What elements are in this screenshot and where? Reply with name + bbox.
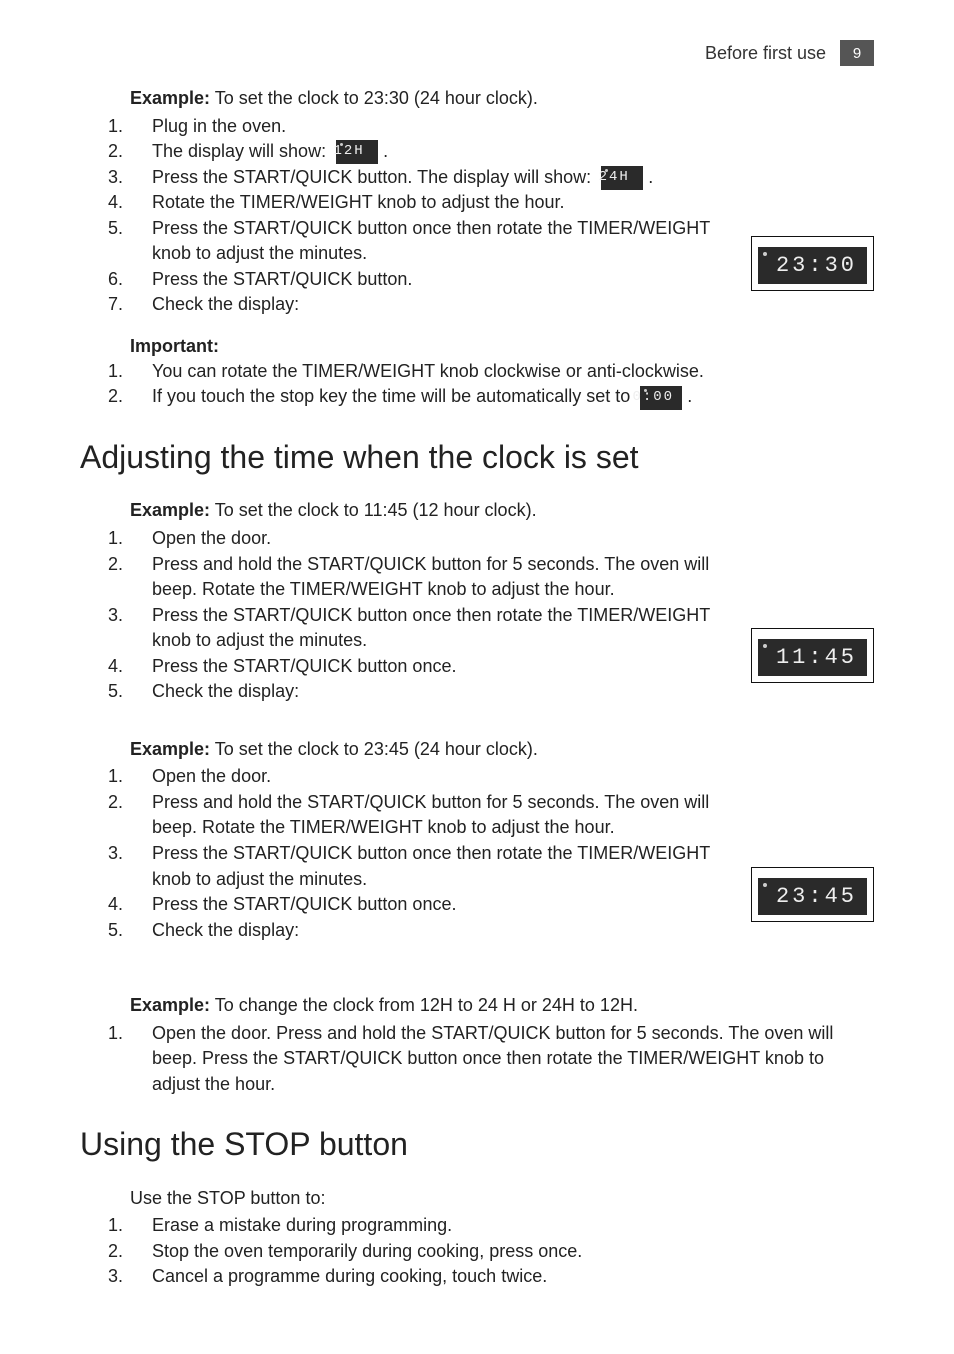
important-text: If you touch the stop key the time will … (152, 386, 630, 406)
step-text: Open the door. (152, 766, 271, 786)
step-text: Press and hold the START/QUICK button fo… (152, 554, 709, 600)
display-frame-2345: 23:45 (751, 867, 874, 922)
step-2: 2.The display will show: 12H . (152, 139, 874, 165)
example-line: Example: To set the clock to 23:30 (24 h… (130, 86, 874, 112)
step-1: 1.Plug in the oven. (152, 114, 874, 140)
section-heading-stop-button: Using the STOP button (80, 1125, 874, 1163)
example-line: Example: To set the clock to 23:45 (24 h… (130, 737, 874, 763)
step-2: 2.Press and hold the START/QUICK button … (152, 552, 874, 603)
step-text: The display will show: (152, 141, 326, 161)
example-set-2330: 23:30 Example: To set the clock to 23:30… (130, 86, 874, 318)
example-change-12h-24h: Example: To change the clock from 12H to… (130, 993, 874, 1097)
display-frame-1145: 11:45 (751, 628, 874, 683)
step-text: Open the door. (152, 528, 271, 548)
lcd-inline-icon: 12H (336, 140, 378, 164)
step-text: Rotate the TIMER/WEIGHT knob to adjust t… (152, 192, 565, 212)
important-2: 2.If you touch the stop key the time wil… (152, 384, 874, 410)
important-list: 1.You can rotate the TIMER/WEIGHT knob c… (130, 359, 874, 410)
example-text: To change the clock from 12H to 24 H or … (215, 995, 638, 1015)
lcd-inline-icon: 0:00 (640, 386, 682, 410)
lcd-display-icon: 23:45 (758, 878, 867, 915)
step-text: Stop the oven temporarily during cooking… (152, 1241, 582, 1261)
step-text: Press the START/QUICK button once. (152, 656, 456, 676)
step-text: Press the START/QUICK button. (152, 269, 412, 289)
example-text: To set the clock to 23:45 (24 hour clock… (215, 739, 538, 759)
step-text: Press the START/QUICK button. The displa… (152, 167, 591, 187)
step-text: Plug in the oven. (152, 116, 286, 136)
step-2: 2.Press and hold the START/QUICK button … (152, 790, 874, 841)
steps-list: 1.Open the door. Press and hold the STAR… (130, 1021, 874, 1098)
step-text: Press and hold the START/QUICK button fo… (152, 792, 709, 838)
step-text: Press the START/QUICK button once. (152, 894, 456, 914)
stop-lead: Use the STOP button to: (130, 1186, 874, 1212)
example-line: Example: To set the clock to 11:45 (12 h… (130, 498, 874, 524)
example-line: Example: To change the clock from 12H to… (130, 993, 874, 1019)
example-label: Example: (130, 739, 210, 759)
example-text: To set the clock to 11:45 (12 hour clock… (215, 500, 537, 520)
header-section-name: Before first use (705, 43, 826, 64)
section-heading-adjusting: Adjusting the time when the clock is set (80, 438, 874, 476)
important-text: You can rotate the TIMER/WEIGHT knob clo… (152, 361, 704, 381)
example-set-1145: 11:45 Example: To set the clock to 11:45… (130, 498, 874, 704)
important-1: 1.You can rotate the TIMER/WEIGHT knob c… (152, 359, 874, 385)
step-text: Press the START/QUICK button once then r… (152, 218, 710, 264)
step-text: Check the display: (152, 920, 299, 940)
step-text: Erase a mistake during programming. (152, 1215, 452, 1235)
page-number: 9 (840, 40, 874, 66)
lcd-display-icon: 11:45 (758, 639, 867, 676)
step-text: Press the START/QUICK button once then r… (152, 605, 710, 651)
example-label: Example: (130, 500, 210, 520)
example-set-2345: 23:45 Example: To set the clock to 23:45… (130, 737, 874, 943)
step-text: Open the door. Press and hold the START/… (152, 1023, 833, 1094)
step-text: Press the START/QUICK button once then r… (152, 843, 710, 889)
step-4: 4.Rotate the TIMER/WEIGHT knob to adjust… (152, 190, 874, 216)
step-text: Cancel a programme during cooking, touch… (152, 1266, 547, 1286)
stop-step-3: 3.Cancel a programme during cooking, tou… (152, 1264, 874, 1290)
step-1: 1.Open the door. (152, 764, 874, 790)
lcd-inline-icon: 24H (601, 166, 643, 190)
page-header: Before first use 9 (80, 40, 874, 66)
display-frame-2330: 23:30 (751, 236, 874, 291)
example-label: Example: (130, 88, 210, 108)
step-7: 7.Check the display: (152, 292, 874, 318)
step-text: Check the display: (152, 681, 299, 701)
stop-list: 1.Erase a mistake during programming. 2.… (130, 1213, 874, 1290)
example-text: To set the clock to 23:30 (24 hour clock… (215, 88, 538, 108)
step-1: 1.Open the door. (152, 526, 874, 552)
step-1: 1.Open the door. Press and hold the STAR… (152, 1021, 874, 1098)
step-text: Check the display: (152, 294, 299, 314)
stop-step-1: 1.Erase a mistake during programming. (152, 1213, 874, 1239)
important-heading: Important: (130, 336, 874, 357)
lcd-display-icon: 23:30 (758, 247, 867, 284)
example-label: Example: (130, 995, 210, 1015)
step-3: 3.Press the START/QUICK button. The disp… (152, 165, 874, 191)
stop-step-2: 2.Stop the oven temporarily during cooki… (152, 1239, 874, 1265)
